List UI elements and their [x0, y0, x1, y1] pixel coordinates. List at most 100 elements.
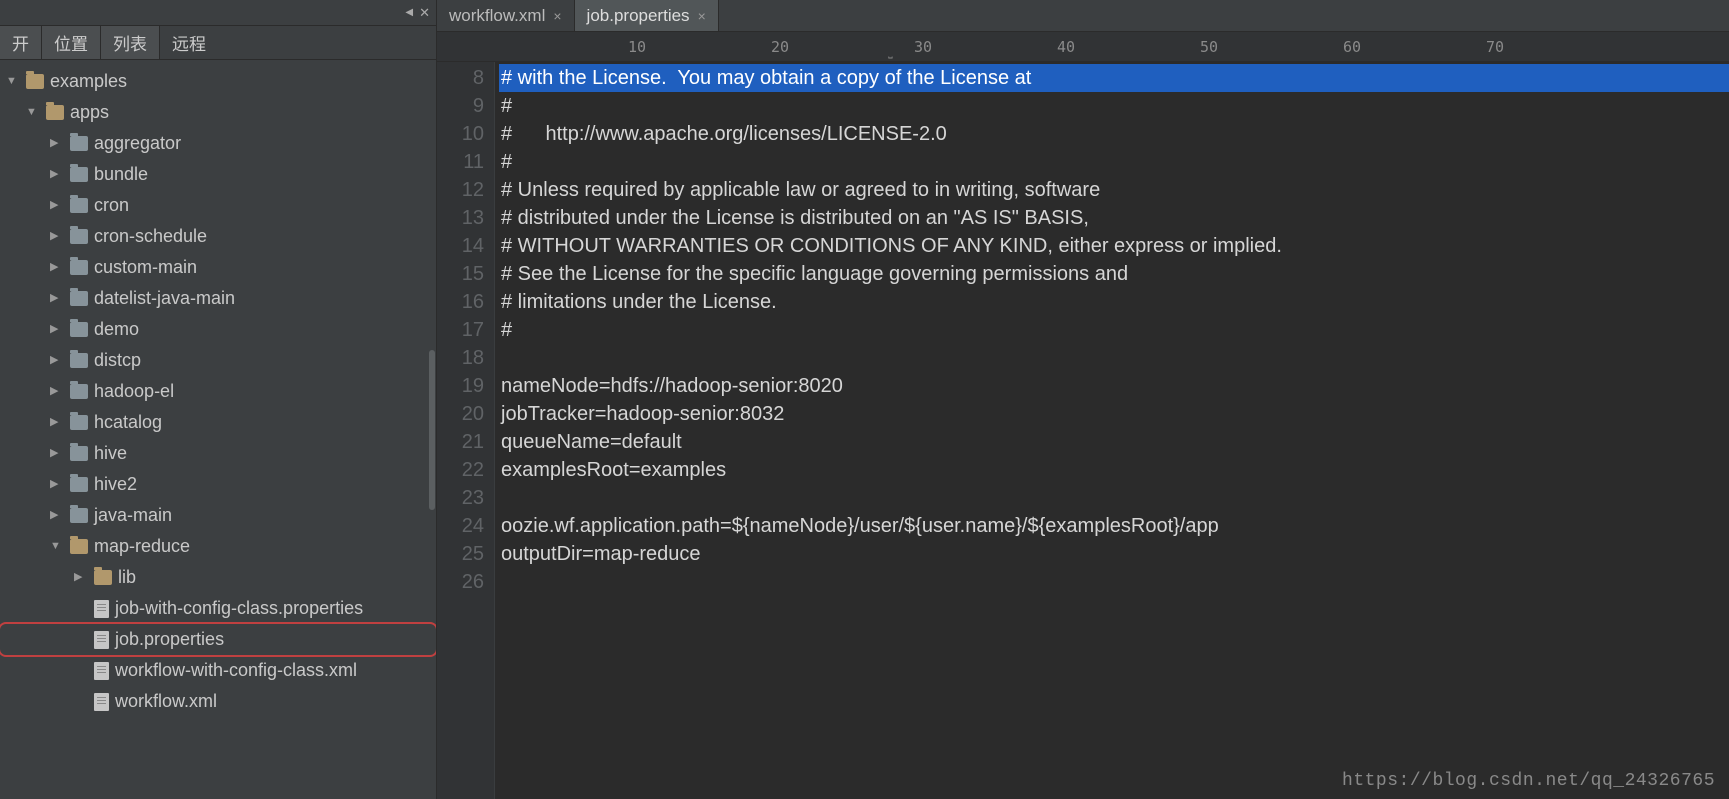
tree-item-label: aggregator	[94, 128, 181, 159]
folder-icon	[70, 291, 88, 306]
tree-item-label: hive2	[94, 469, 137, 500]
sidebar-tab-2[interactable]: 列表	[101, 26, 160, 59]
folder-icon	[70, 477, 88, 492]
code-line[interactable]: # http://www.apache.org/licenses/LICENSE…	[499, 120, 1729, 148]
code-line[interactable]	[499, 568, 1729, 596]
tree-item-label: hive	[94, 438, 127, 469]
editor-panel: workflow.xml× job.properties × 10203040506…	[437, 0, 1729, 799]
sidebar-tab-1[interactable]: 位置	[42, 26, 101, 59]
code-line[interactable]: oozie.wf.application.path=${nameNode}/us…	[499, 512, 1729, 540]
tree-item-bundle[interactable]: ▶ bundle	[0, 159, 436, 190]
triangle-left-icon[interactable]: ◀	[405, 7, 413, 18]
tree-item-workflow-xml[interactable]: workflow.xml	[0, 686, 436, 717]
code-line[interactable]: #	[499, 316, 1729, 344]
code-line[interactable]: # Unless required by applicable law or a…	[499, 176, 1729, 204]
code-line[interactable]	[499, 344, 1729, 372]
line-gutter: 891011121314151617181920212223242526	[437, 62, 495, 799]
tree-item-hcatalog[interactable]: ▶ hcatalog	[0, 407, 436, 438]
chevron-right-icon[interactable]: ▶	[50, 159, 64, 190]
ruler-mark: 20	[771, 38, 789, 56]
line-number: 19	[437, 372, 484, 400]
code-line[interactable]: # limitations under the License.	[499, 288, 1729, 316]
tree-item-hadoop-el[interactable]: ▶ hadoop-el	[0, 376, 436, 407]
close-x-icon[interactable]: ✕	[419, 5, 430, 21]
tree-item-custom-main[interactable]: ▶ custom-main	[0, 252, 436, 283]
tree-item-cron[interactable]: ▶cron	[0, 190, 436, 221]
chevron-right-icon[interactable]: ▶	[50, 407, 64, 438]
editor-tab-label: job.properties	[587, 6, 690, 26]
line-number: 26	[437, 568, 484, 596]
chevron-right-icon[interactable]: ▶	[50, 283, 64, 314]
code-line[interactable]: #	[499, 92, 1729, 120]
code-line[interactable]: # distributed under the License is distr…	[499, 204, 1729, 232]
chevron-down-icon[interactable]: ▼	[50, 531, 64, 562]
chevron-right-icon[interactable]: ▶	[50, 190, 64, 221]
tree-item-job-properties[interactable]: job.properties	[0, 624, 436, 655]
editor-ruler: 10203040506070⎵	[437, 32, 1729, 62]
file-icon	[94, 662, 109, 680]
chevron-right-icon[interactable]: ▶	[50, 252, 64, 283]
editor-tab-job-properties[interactable]: job.properties ×	[575, 0, 719, 31]
line-number: 16	[437, 288, 484, 316]
code-line[interactable]: jobTracker=hadoop-senior:8032	[499, 400, 1729, 428]
code-line[interactable]: examplesRoot=examples	[499, 456, 1729, 484]
code-line[interactable]: # with the License. You may obtain a cop…	[499, 64, 1729, 92]
tree-item-distcp[interactable]: ▶distcp	[0, 345, 436, 376]
chevron-down-icon[interactable]: ▼	[6, 66, 20, 97]
tree-item-job-with-config-class-properties[interactable]: job-with-config-class.properties	[0, 593, 436, 624]
ruler-mark: 70	[1486, 38, 1504, 56]
chevron-right-icon[interactable]: ▶	[50, 469, 64, 500]
code-line[interactable]: nameNode=hdfs://hadoop-senior:8020	[499, 372, 1729, 400]
tree-item-hive[interactable]: ▶ hive	[0, 438, 436, 469]
tree-item-java-main[interactable]: ▶java-main	[0, 500, 436, 531]
tree-item-lib[interactable]: ▶lib	[0, 562, 436, 593]
scrollbar-thumb[interactable]	[429, 350, 435, 510]
code-line[interactable]: #	[499, 148, 1729, 176]
tree-item-map-reduce[interactable]: ▼ map-reduce	[0, 531, 436, 562]
sidebar-tabs: 开 位置 列表 远程	[0, 26, 436, 60]
chevron-right-icon[interactable]: ▶	[50, 128, 64, 159]
chevron-right-icon[interactable]: ▶	[50, 376, 64, 407]
chevron-right-icon[interactable]: ▶	[50, 314, 64, 345]
tree-item-label: cron-schedule	[94, 221, 207, 252]
tree-item-examples[interactable]: ▼examples	[0, 66, 436, 97]
ruler-mark: 40	[1057, 38, 1075, 56]
tree-item-label: hcatalog	[94, 407, 162, 438]
tree-item-datelist-java-main[interactable]: ▶datelist-java-main	[0, 283, 436, 314]
line-number: 11	[437, 148, 484, 176]
folder-icon	[70, 260, 88, 275]
code-area[interactable]: 891011121314151617181920212223242526 # w…	[437, 62, 1729, 799]
tree-item-label: map-reduce	[94, 531, 190, 562]
code-line[interactable]: outputDir=map-reduce	[499, 540, 1729, 568]
tree-item-label: bundle	[94, 159, 148, 190]
code-lines[interactable]: # with the License. You may obtain a cop…	[495, 62, 1729, 799]
close-icon[interactable]: ×	[698, 8, 706, 24]
tree-item-apps[interactable]: ▼apps	[0, 97, 436, 128]
tree-item-demo[interactable]: ▶demo	[0, 314, 436, 345]
code-line[interactable]: # WITHOUT WARRANTIES OR CONDITIONS OF AN…	[499, 232, 1729, 260]
sidebar-tab-0[interactable]: 开	[0, 26, 42, 59]
chevron-right-icon[interactable]: ▶	[74, 562, 88, 593]
tree-item-label: hadoop-el	[94, 376, 174, 407]
tree-item-aggregator[interactable]: ▶ aggregator	[0, 128, 436, 159]
close-icon[interactable]: ×	[553, 8, 561, 24]
code-line[interactable]	[499, 484, 1729, 512]
editor-tab-workflow-xml[interactable]: workflow.xml×	[437, 0, 575, 31]
line-number: 22	[437, 456, 484, 484]
chevron-down-icon[interactable]: ▼	[26, 97, 40, 128]
chevron-right-icon[interactable]: ▶	[50, 500, 64, 531]
code-line[interactable]: queueName=default	[499, 428, 1729, 456]
tree-item-workflow-with-config-class-xml[interactable]: workflow-with-config-class.xml	[0, 655, 436, 686]
line-number: 20	[437, 400, 484, 428]
watermark-text: https://blog.csdn.net/qq_24326765	[1342, 771, 1715, 791]
chevron-right-icon[interactable]: ▶	[50, 221, 64, 252]
tree-item-hive2[interactable]: ▶ hive2	[0, 469, 436, 500]
tree-item-cron-schedule[interactable]: ▶ cron-schedule	[0, 221, 436, 252]
folder-icon	[70, 384, 88, 399]
tree-item-label: custom-main	[94, 252, 197, 283]
code-line[interactable]: # See the License for the specific langu…	[499, 260, 1729, 288]
file-tree[interactable]: ▼examples▼apps▶aggregator▶bundle▶cron▶cr…	[0, 60, 436, 799]
chevron-right-icon[interactable]: ▶	[50, 345, 64, 376]
sidebar-tab-3[interactable]: 远程	[160, 26, 218, 59]
chevron-right-icon[interactable]: ▶	[50, 438, 64, 469]
